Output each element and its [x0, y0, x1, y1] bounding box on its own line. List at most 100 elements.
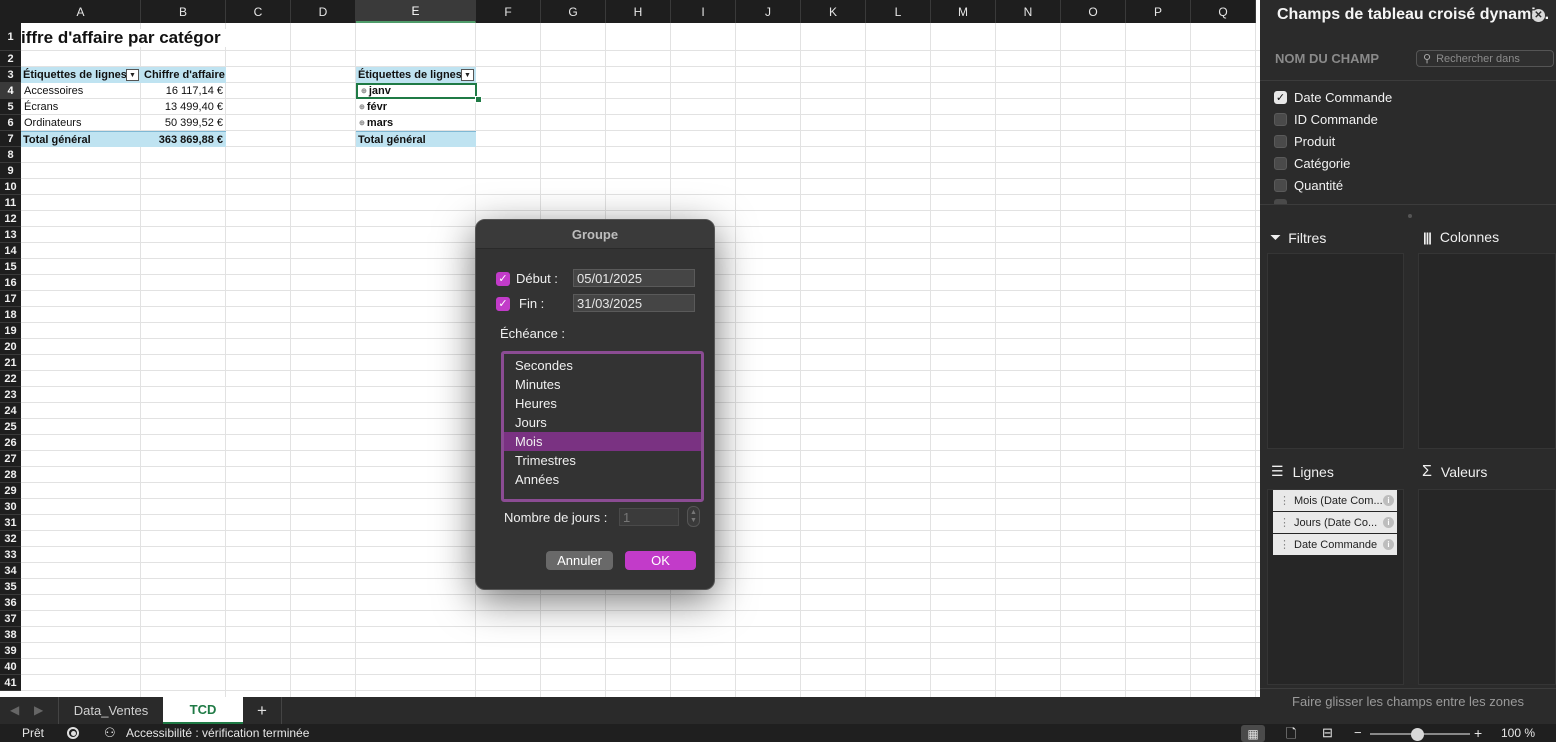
row-field-chip[interactable]: ⋮ Jours (Date Co... i	[1273, 512, 1397, 533]
row-header[interactable]: 30	[0, 499, 21, 515]
field-categorie[interactable]: Catégorie	[1274, 153, 1350, 173]
row-header[interactable]: 36	[0, 595, 21, 611]
chevron-down-icon[interactable]: ▼	[690, 517, 697, 525]
info-icon[interactable]: i	[1383, 517, 1394, 528]
checkbox-icon[interactable]	[1274, 178, 1287, 192]
days-stepper[interactable]: ▲ ▼	[687, 506, 700, 527]
row-header[interactable]: 7	[0, 131, 21, 147]
pivot2-row-janv[interactable]: ⊕ janv	[356, 83, 477, 99]
interval-option[interactable]: Secondes	[506, 356, 701, 375]
pivot1-row-label[interactable]: Écrans	[21, 99, 141, 115]
days-field[interactable]: 1	[619, 508, 679, 526]
column-header[interactable]: I	[671, 0, 736, 23]
pivot2-row-fevr[interactable]: ⊕ févr	[356, 99, 476, 115]
row-header[interactable]: 20	[0, 339, 21, 355]
pivot2-header-rows[interactable]: Étiquettes de lignes	[356, 67, 476, 83]
pivot1-total-value[interactable]: 363 869,88 €	[141, 131, 226, 147]
chevron-up-icon[interactable]: ▲	[690, 509, 697, 517]
zoom-in-button[interactable]: +	[1474, 725, 1482, 741]
accessibility-icon[interactable]: ⚇	[104, 725, 116, 741]
drag-handle-icon[interactable]: ⋮	[1279, 538, 1290, 551]
pivot1-row-value[interactable]: 16 117,14 €	[141, 83, 225, 99]
pivot1-total-label[interactable]: Total général	[21, 131, 141, 147]
row-header[interactable]: 1	[0, 23, 21, 51]
checkbox-icon[interactable]	[1274, 134, 1287, 148]
pivot1-row-label[interactable]: Ordinateurs	[21, 115, 141, 131]
row-header[interactable]: 40	[0, 659, 21, 675]
checkbox-icon[interactable]	[1274, 112, 1287, 126]
column-header[interactable]: H	[606, 0, 671, 23]
tab-data-ventes[interactable]: Data_Ventes	[59, 697, 163, 724]
field-quantite[interactable]: Quantité	[1274, 175, 1343, 195]
row-header[interactable]: 41	[0, 675, 21, 691]
row-header[interactable]: 34	[0, 563, 21, 579]
column-header[interactable]: C	[226, 0, 291, 23]
row-header[interactable]: 39	[0, 643, 21, 659]
row-header[interactable]: 35	[0, 579, 21, 595]
field-search-field[interactable]: ⚲ Rechercher dans	[1416, 50, 1554, 67]
column-header[interactable]: K	[801, 0, 866, 23]
tab-scroll-left-icon[interactable]: ◀	[10, 703, 19, 717]
drag-handle-icon[interactable]: ⋮	[1279, 494, 1290, 507]
column-header[interactable]: D	[291, 0, 356, 23]
row-header[interactable]: 33	[0, 547, 21, 563]
column-header[interactable]: L	[866, 0, 931, 23]
row-field-chip[interactable]: ⋮ Mois (Date Com... i	[1273, 490, 1397, 511]
page-layout-icon[interactable]: 🗋	[1286, 725, 1296, 747]
row-header[interactable]: 17	[0, 291, 21, 307]
drag-handle-icon[interactable]: ⋮	[1279, 516, 1290, 529]
row-header[interactable]: 13	[0, 227, 21, 243]
macro-record-icon[interactable]	[67, 727, 79, 739]
row-header[interactable]: 23	[0, 387, 21, 403]
columns-drop-zone[interactable]	[1418, 253, 1556, 449]
column-header[interactable]: G	[541, 0, 606, 23]
pivot1-header-rows[interactable]: Étiquettes de lignes	[21, 67, 141, 83]
zoom-out-button[interactable]: −	[1354, 725, 1362, 740]
filters-drop-zone[interactable]	[1267, 253, 1404, 449]
row-header[interactable]: 28	[0, 467, 21, 483]
row-header[interactable]: 12	[0, 211, 21, 227]
row-header[interactable]: 18	[0, 307, 21, 323]
row-header[interactable]: 22	[0, 371, 21, 387]
field-date-commande[interactable]: ✓ Date Commande	[1274, 87, 1392, 107]
row-header[interactable]: 25	[0, 419, 21, 435]
row-header[interactable]: 2	[0, 51, 21, 67]
column-header[interactable]: Q	[1191, 0, 1256, 23]
row-header[interactable]: 29	[0, 483, 21, 499]
column-header[interactable]: A	[21, 0, 141, 23]
row-header[interactable]: 9	[0, 163, 21, 179]
info-icon[interactable]: i	[1383, 495, 1394, 506]
row-header[interactable]: 5	[0, 99, 21, 115]
start-checkbox[interactable]: ✓	[496, 271, 510, 286]
pivot1-header-values[interactable]: Chiffre d'affaire	[141, 67, 226, 83]
column-header[interactable]: F	[476, 0, 541, 23]
interval-option[interactable]: Trimestres	[506, 451, 701, 470]
interval-option[interactable]: Heures	[506, 394, 701, 413]
add-sheet-button[interactable]: +	[243, 697, 281, 724]
row-header[interactable]: 11	[0, 195, 21, 211]
pivot1-row-value[interactable]: 50 399,52 €	[141, 115, 225, 131]
normal-view-icon[interactable]: ▦	[1241, 725, 1265, 742]
zoom-level[interactable]: 100 %	[1501, 726, 1535, 740]
column-header[interactable]: J	[736, 0, 801, 23]
row-header[interactable]: 27	[0, 451, 21, 467]
accessibility-status[interactable]: Accessibilité : vérification terminée	[126, 726, 309, 740]
interval-option[interactable]: Années	[506, 470, 701, 489]
row-header[interactable]: 4	[0, 83, 21, 99]
zoom-slider-thumb[interactable]	[1411, 728, 1424, 741]
sheet-title[interactable]: iffre d'affaire par catégor	[21, 29, 227, 47]
column-header[interactable]: O	[1061, 0, 1126, 23]
tab-tcd[interactable]: TCD	[163, 697, 243, 724]
expand-icon[interactable]: ⊕	[359, 103, 365, 111]
checkbox-icon[interactable]	[1274, 156, 1287, 170]
row-header[interactable]: 32	[0, 531, 21, 547]
row-header[interactable]: 31	[0, 515, 21, 531]
expand-icon[interactable]: ⊕	[359, 119, 365, 127]
checkbox-checked-icon[interactable]: ✓	[1274, 90, 1287, 104]
pivot1-filter-button[interactable]: ▼	[126, 69, 139, 81]
close-icon[interactable]: ✕	[1532, 9, 1545, 22]
info-icon[interactable]: i	[1383, 539, 1394, 550]
interval-list[interactable]: Secondes Minutes Heures Jours Mois Trime…	[501, 351, 704, 502]
row-header[interactable]: 14	[0, 243, 21, 259]
row-header[interactable]: 16	[0, 275, 21, 291]
